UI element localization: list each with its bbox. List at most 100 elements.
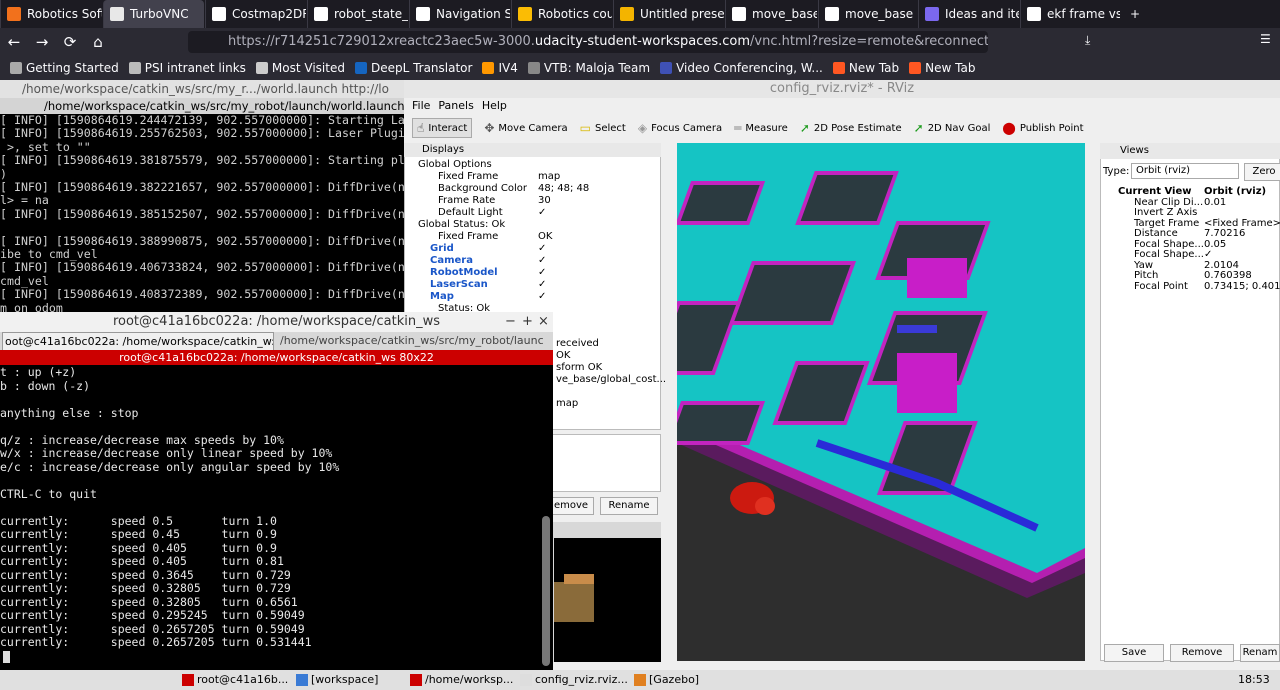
terminal-tab-2[interactable]: /home/workspace/catkin_ws/src/my_robot/l… — [278, 332, 548, 350]
bookmark-label: VTB: Maloja Team — [543, 61, 651, 75]
menu-icon[interactable]: ☰ — [1260, 32, 1271, 46]
browser-tab[interactable]: robot_state_pu — [307, 0, 408, 28]
reload-icon[interactable]: ⟳ — [56, 33, 84, 51]
tool-select[interactable]: ▭ Select — [580, 121, 626, 135]
taskbar-item[interactable]: config_rviz.rviz... — [520, 673, 628, 686]
display-row[interactable]: Fixed Frame OK — [408, 231, 658, 243]
url-domain: udacity-student-workspaces.com — [534, 34, 751, 49]
back-icon[interactable]: ← — [0, 33, 28, 51]
terminal-tab-1[interactable]: oot@c41a16bc022a: /home/workspace/catkin… — [2, 332, 274, 352]
view-type-select[interactable]: Orbit (rviz) — [1131, 163, 1239, 179]
terminal-scrollbar[interactable] — [542, 516, 550, 666]
browser-tab[interactable]: TurboVNC — [103, 0, 204, 28]
bookmark-icon — [10, 62, 22, 74]
terminal-line: currently: speed 0.405 turn 0.81 — [0, 554, 284, 568]
bookmark-item[interactable]: New Tab — [909, 61, 975, 75]
bookmark-label: Most Visited — [271, 61, 345, 75]
taskbar-item[interactable]: /home/worksp... — [410, 673, 513, 686]
bookmark-item[interactable]: New Tab — [832, 61, 899, 75]
taskbar-app-icon — [520, 673, 532, 686]
taskbar-item[interactable]: root@c41a16b... — [182, 673, 288, 686]
display-row[interactable]: LaserScan ✓ — [408, 279, 658, 291]
display-key: Frame Rate — [438, 195, 496, 206]
display-row[interactable]: Fixed Frame map — [408, 171, 658, 183]
rename-view-button[interactable]: Renam — [1240, 644, 1280, 662]
bookmark-label: New Tab — [925, 61, 976, 75]
bookmark-item[interactable]: VTB: Maloja Team — [527, 61, 651, 75]
browser-tab-label: Robotics cours — [538, 7, 612, 21]
terminal-line: w/x : increase/decrease only linear spee… — [0, 446, 333, 460]
bookmark-item[interactable]: Most Visited — [255, 61, 345, 75]
remove-view-button[interactable]: Remove — [1170, 644, 1234, 662]
tool-2d-pose-estimate[interactable]: ➚ 2D Pose Estimate — [800, 121, 902, 135]
bookmark-item[interactable]: DeepL Translator — [354, 61, 472, 75]
views-tree: Current View Orbit (rviz) Near Clip Di... 0… — [1104, 186, 1280, 296]
download-icon[interactable]: ⤓ — [1085, 33, 1090, 48]
tool-2d-nav-goal[interactable]: ➚ 2D Nav Goal — [914, 121, 991, 135]
display-row[interactable]: RobotModel ✓ — [408, 267, 658, 279]
browser-tab[interactable]: Robotics Softw — [0, 0, 102, 28]
url-bar[interactable]: https://r714251c729012xreactc23aec5w-300… — [188, 31, 988, 53]
save-view-button[interactable]: Save — [1104, 644, 1164, 662]
close-icon[interactable]: × — [538, 314, 549, 329]
log-line: [ INFO] [1590864619.382221657, 902.55700… — [0, 180, 410, 195]
terminal-line: currently: speed 0.45 turn 0.9 — [0, 527, 277, 541]
display-row[interactable]: Default Light ✓ — [408, 207, 658, 219]
minimize-icon[interactable]: − — [505, 314, 516, 329]
browser-tab[interactable]: Ideas and item — [918, 0, 1019, 28]
tool-move-camera[interactable]: ✥ Move Camera — [484, 121, 567, 135]
tool-measure[interactable]: ═ Measure — [734, 121, 788, 135]
rename-display-button[interactable]: Rename — [600, 497, 658, 515]
browser-tab-label: Navigation Sta — [436, 7, 510, 21]
tool-interact[interactable]: ☝ Interact — [412, 118, 473, 138]
back-terminal-tab[interactable]: /home/workspace/catkin_ws/src/my_robot/l… — [0, 98, 410, 114]
terminal-cursor — [3, 651, 10, 663]
display-row[interactable]: Global Status: Ok — [408, 219, 658, 231]
remove-display-button[interactable]: emove — [548, 497, 594, 515]
display-key: Background Color — [438, 183, 527, 194]
home-icon[interactable]: ⌂ — [84, 33, 112, 51]
browser-tab-label: Untitled prese — [640, 7, 724, 21]
display-value: ✓ — [538, 267, 547, 278]
browser-tab[interactable]: Navigation Sta — [409, 0, 510, 28]
tool-publish-point[interactable]: ⬤ Publish Point — [1002, 121, 1083, 135]
tool-label: Measure — [745, 122, 788, 134]
menu-item[interactable]: File — [412, 98, 430, 114]
browser-tab[interactable]: Costmap2DRC — [205, 0, 306, 28]
display-row[interactable]: Global Options — [408, 159, 658, 171]
rviz-3d-viewport[interactable] — [677, 143, 1085, 661]
browser-tab[interactable]: Untitled prese — [613, 0, 724, 28]
browser-tab[interactable]: ekf frame vs to — [1020, 0, 1120, 28]
display-row[interactable]: Grid ✓ — [408, 243, 658, 255]
forward-icon[interactable]: → — [28, 33, 56, 51]
display-row[interactable]: Map ✓ — [408, 291, 658, 303]
display-row[interactable]: Frame Rate 30 — [408, 195, 658, 207]
bookmark-item[interactable]: Getting Started — [10, 61, 119, 75]
browser-tab[interactable]: Robotics cours — [511, 0, 612, 28]
bookmark-icon — [128, 62, 141, 74]
front-terminal-output[interactable]: t : up (+z) b : down (-z) anything else :… — [0, 366, 540, 666]
maximize-icon[interactable]: + — [522, 314, 533, 329]
tab-favicon-icon — [732, 7, 746, 21]
view-row[interactable]: Focal Point 0.73415; 0.4012 — [1104, 281, 1280, 293]
display-row[interactable]: Camera ✓ — [408, 255, 658, 267]
taskbar-item[interactable]: [workspace] — [296, 673, 378, 686]
taskbar-item[interactable]: [Gazebo] — [634, 673, 699, 686]
tool-focus-camera[interactable]: ◈ Focus Camera — [638, 121, 722, 135]
bookmark-item[interactable]: IV4 — [482, 61, 518, 75]
terminal-line: currently: speed 0.2657205 turn 0.59049 — [0, 621, 305, 636]
new-tab-button[interactable]: + — [1124, 0, 1146, 28]
log-line: [ INFO] [1590864619.381875579, 902.55700… — [0, 153, 410, 168]
menu-item[interactable]: Panels — [438, 98, 473, 114]
browser-tab[interactable]: move_base - R — [818, 0, 917, 28]
tool-icon: ✥ — [484, 121, 495, 135]
browser-tab[interactable]: move_base no — [725, 0, 817, 28]
zero-button[interactable]: Zero — [1244, 163, 1280, 181]
rviz-menubar: File Panels Help — [404, 98, 1280, 114]
bookmark-item[interactable]: PSI intranet links — [128, 61, 246, 75]
bookmark-item[interactable]: Video Conferencing, W... — [660, 61, 823, 75]
terminal-line: CTRL-C to quit — [0, 486, 97, 501]
display-row[interactable]: Background Color 48; 48; 48 — [408, 183, 658, 195]
menu-item[interactable]: Help — [482, 98, 507, 114]
